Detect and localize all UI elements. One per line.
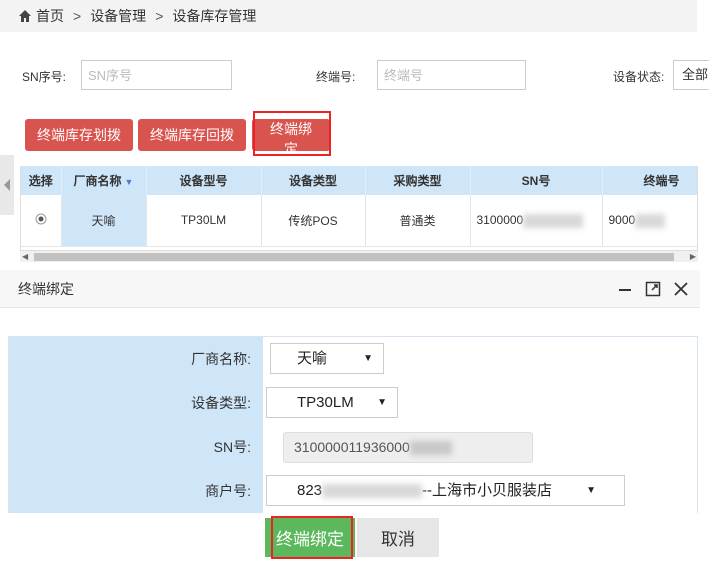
table-row[interactable]: 天喻 TP30LM 传统POS 普通类 3100000 9000 [21,195,697,247]
vendor-field-label: 厂商名称: [9,337,263,381]
scroll-right-icon[interactable]: ▶ [690,252,696,261]
breadcrumb-device-management[interactable]: 设备管理 [90,6,146,26]
sn-readonly-field: 310000011936000 [283,432,533,463]
filter-bar: SN序号: 终端号: 设备状态: 全部 [0,48,709,103]
breadcrumb-current: 设备库存管理 [172,8,257,24]
bind-button-highlight [253,111,331,156]
device-type-field-label: 设备类型: [9,381,263,425]
sort-desc-icon: ▼ [124,177,134,187]
breadcrumb: 首页 > 设备管理 > 设备库存管理 [0,0,697,32]
cancel-button[interactable]: 取消 [357,518,439,557]
col-header-type[interactable]: 设备类型 [261,166,366,195]
bind-form: 厂商名称: 天喻 ▼ 设备类型: TP30LM ▼ SN号: 310000011… [8,336,698,513]
device-table: 选择 厂商名称 ▼ 设备型号 设备类型 采购类型 SN号 终端号 天喻 TP30L… [20,166,698,262]
breadcrumb-separator: > [73,8,82,24]
breadcrumb-home[interactable]: 首页 [36,6,64,26]
type-cell: 传统POS [261,195,366,247]
col-header-sn[interactable]: SN号 [470,166,603,195]
breadcrumb-separator: > [155,8,164,24]
chevron-left-icon [4,179,10,191]
terminal-filter-label: 终端号: [316,70,356,84]
minimize-icon[interactable] [616,280,634,298]
purchase-cell: 普通类 [365,195,471,247]
merchant-field-label: 商户号: [9,469,263,513]
dropdown-caret-icon: ▼ [586,485,596,496]
stock-return-button[interactable]: 终端库存回拨 [138,119,246,151]
sn-filter-input[interactable] [81,60,232,90]
maximize-icon[interactable] [644,280,662,298]
terminal-cell-text: 9000 [608,212,636,227]
redacted-mark [523,213,584,228]
col-header-model[interactable]: 设备型号 [146,166,262,195]
dialog-title: 终端绑定 [18,280,74,297]
sn-field-label: SN号: [9,425,263,469]
confirm-button-highlight [271,516,353,559]
terminal-cell: 9000 [602,195,697,247]
sn-filter-label: SN序号: [22,70,67,84]
radio-selected-icon[interactable] [35,213,47,225]
dialog-header: 终端绑定 [0,270,700,308]
close-icon[interactable] [672,280,690,298]
merchant-name: --上海市小贝服装店 [422,482,553,499]
status-filter-select[interactable]: 全部 [673,60,709,90]
device-type-select-value: TP30LM [297,394,354,411]
redacted-mark [409,441,452,456]
vendor-cell: 天喻 [61,195,147,247]
dropdown-caret-icon: ▼ [377,397,387,408]
vendor-select[interactable]: 天喻 ▼ [270,343,384,374]
redacted-mark [322,484,423,499]
table-horizontal-scrollbar[interactable]: ◀ ▶ [20,250,698,262]
merchant-prefix: 823 [297,482,323,499]
model-cell: TP30LM [146,195,262,247]
col-header-terminal[interactable]: 终端号 [602,166,697,195]
form-row-device-type: 设备类型: TP30LM ▼ [9,381,697,425]
redacted-mark [635,213,666,228]
row-select-cell[interactable] [21,195,62,247]
sn-cell-text: 3100000 [476,212,524,227]
vendor-select-value: 天喻 [297,350,328,367]
status-filter-label: 设备状态: [613,70,665,84]
col-header-select: 选择 [21,166,62,195]
dropdown-caret-icon: ▼ [363,353,373,364]
side-collapse-arrow[interactable] [0,155,14,215]
device-type-select[interactable]: TP30LM ▼ [266,387,398,418]
stock-transfer-button[interactable]: 终端库存划拨 [25,119,133,151]
home-icon [19,10,31,22]
table-header-row: 选择 厂商名称 ▼ 设备型号 设备类型 采购类型 SN号 终端号 [21,166,697,195]
terminal-filter-input[interactable] [377,60,526,90]
scrollbar-thumb[interactable] [34,253,674,261]
col-header-purchase[interactable]: 采购类型 [365,166,471,195]
sn-cell: 3100000 [470,195,603,247]
scroll-left-icon[interactable]: ◀ [22,252,28,261]
sn-field-value: 310000011936000 [294,439,410,455]
form-row-vendor: 厂商名称: 天喻 ▼ [9,337,697,381]
form-row-merchant: 商户号: 823 --上海市小贝服装店 ▼ [9,469,697,513]
merchant-select[interactable]: 823 --上海市小贝服装店 ▼ [266,475,625,506]
col-header-vendor[interactable]: 厂商名称 ▼ [61,166,147,195]
form-row-sn: SN号: 310000011936000 [9,425,697,469]
